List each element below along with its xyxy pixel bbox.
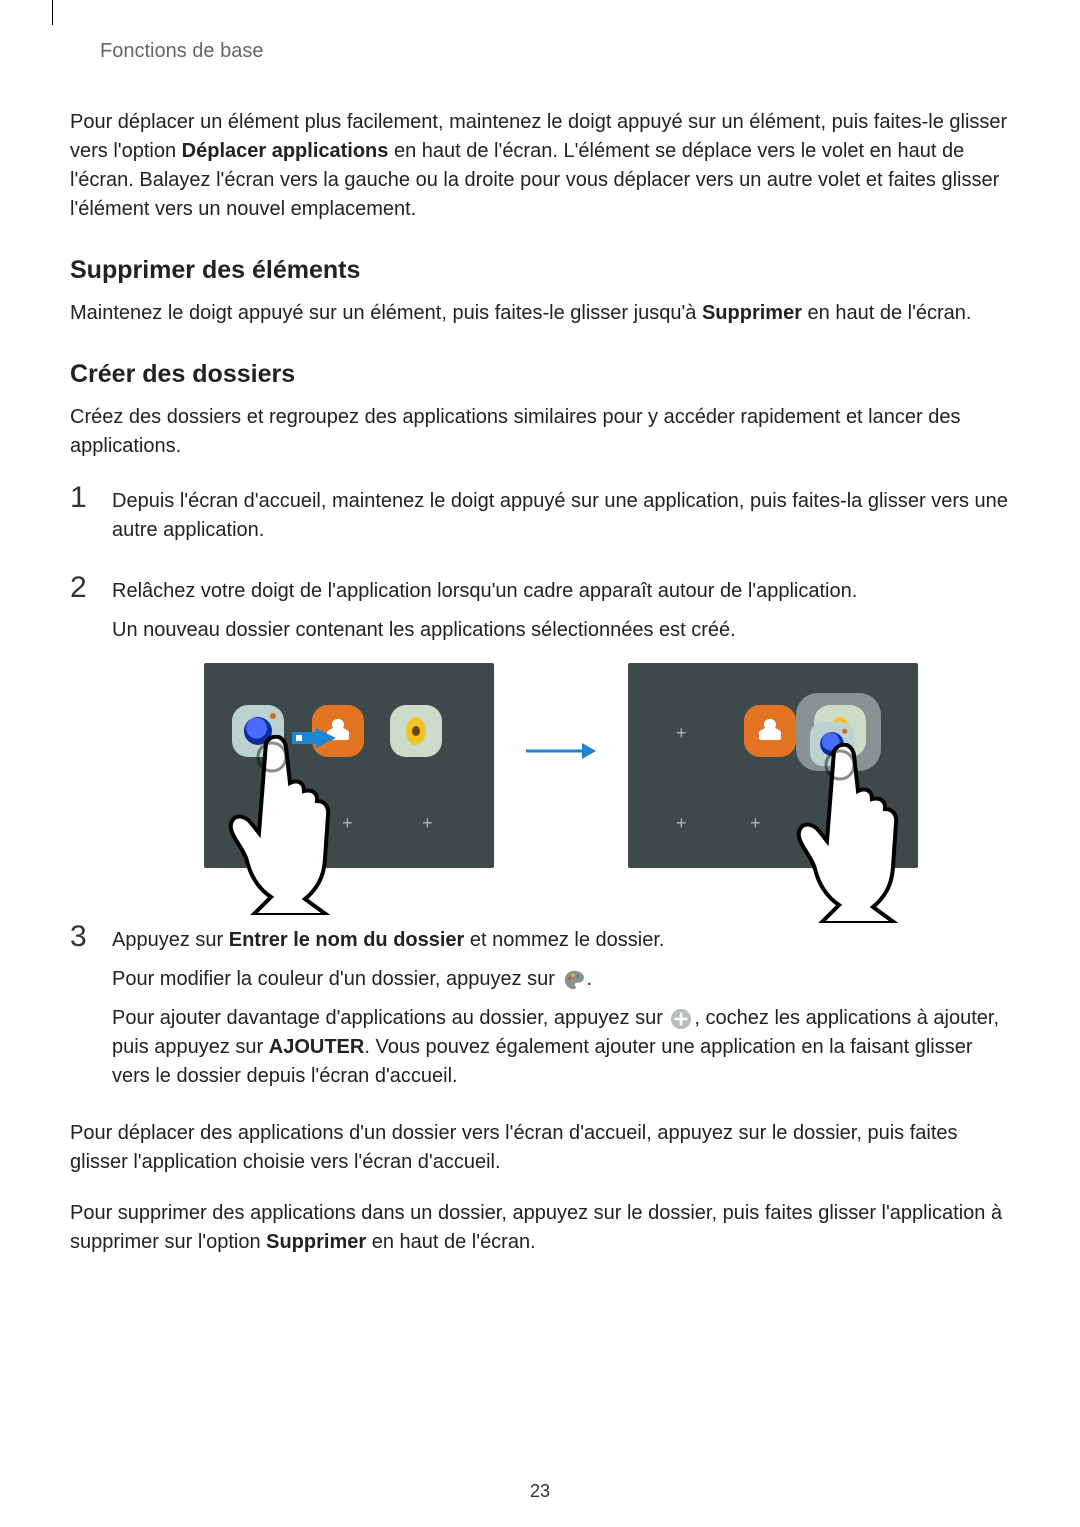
breadcrumb: Fonctions de base (100, 40, 1010, 63)
palette-icon (563, 969, 585, 991)
heading-delete-items: Supprimer des éléments (70, 256, 1010, 285)
step-3: 3 Appuyez sur Entrer le nom du dossier e… (70, 922, 1010, 1101)
step-text: Depuis l'écran d'accueil, maintenez le d… (112, 487, 1010, 545)
text: en haut de l'écran. (366, 1231, 536, 1253)
page-number: 23 (0, 1481, 1080, 1502)
step-text: Un nouveau dossier contenant les applica… (112, 616, 1010, 645)
remove-paragraph: Pour supprimer des applications dans un … (70, 1199, 1010, 1257)
illustration-create-folder: + + + + (112, 663, 1010, 868)
text-bold: Déplacer applications (182, 140, 389, 162)
step-number: 1 (70, 483, 104, 555)
header-rule (52, 0, 53, 25)
text-bold: Supprimer (266, 1231, 366, 1253)
step-number: 2 (70, 573, 104, 904)
delete-paragraph: Maintenez le doigt appuyé sur un élément… (70, 299, 1010, 328)
text-bold: Supprimer (702, 302, 802, 324)
camera-app-icon (232, 705, 284, 757)
text: Pour supprimer des applications dans un … (70, 1202, 1002, 1253)
text: Appuyez sur (112, 929, 229, 951)
step-text: Relâchez votre doigt de l'application lo… (112, 577, 1010, 606)
step-text: Pour modifier la couleur d'un dossier, a… (112, 965, 1010, 994)
step-text: Pour ajouter davantage d'applications au… (112, 1004, 1010, 1091)
camera-app-icon (810, 722, 854, 766)
plus-circle-icon (670, 1008, 692, 1030)
text: Pour ajouter davantage d'applications au… (112, 1007, 668, 1029)
arrow-right-icon (526, 736, 596, 766)
intro-paragraph: Pour déplacer un élément plus facilement… (70, 108, 1010, 224)
illustration-after: + + + + (628, 663, 918, 868)
illustration-before: + + + + (204, 663, 494, 868)
gallery-app-icon (390, 705, 442, 757)
step-2: 2 Relâchez votre doigt de l'application … (70, 573, 1010, 904)
contacts-app-icon (744, 705, 796, 757)
text: Maintenez le doigt appuyé sur un élément… (70, 302, 702, 324)
text: en haut de l'écran. (802, 302, 972, 324)
heading-create-folders: Créer des dossiers (70, 360, 1010, 389)
step-text: Appuyez sur Entrer le nom du dossier et … (112, 926, 1010, 955)
step-1: 1 Depuis l'écran d'accueil, maintenez le… (70, 483, 1010, 555)
move-out-paragraph: Pour déplacer des applications d'un doss… (70, 1119, 1010, 1177)
folders-intro: Créez des dossiers et regroupez des appl… (70, 403, 1010, 461)
text: Pour modifier la couleur d'un dossier, a… (112, 968, 561, 990)
text: et nommez le dossier. (464, 929, 664, 951)
text-bold: Entrer le nom du dossier (229, 929, 465, 951)
text-bold: AJOUTER (269, 1036, 365, 1058)
step-number: 3 (70, 922, 104, 1101)
drag-arrow-icon (292, 728, 336, 748)
